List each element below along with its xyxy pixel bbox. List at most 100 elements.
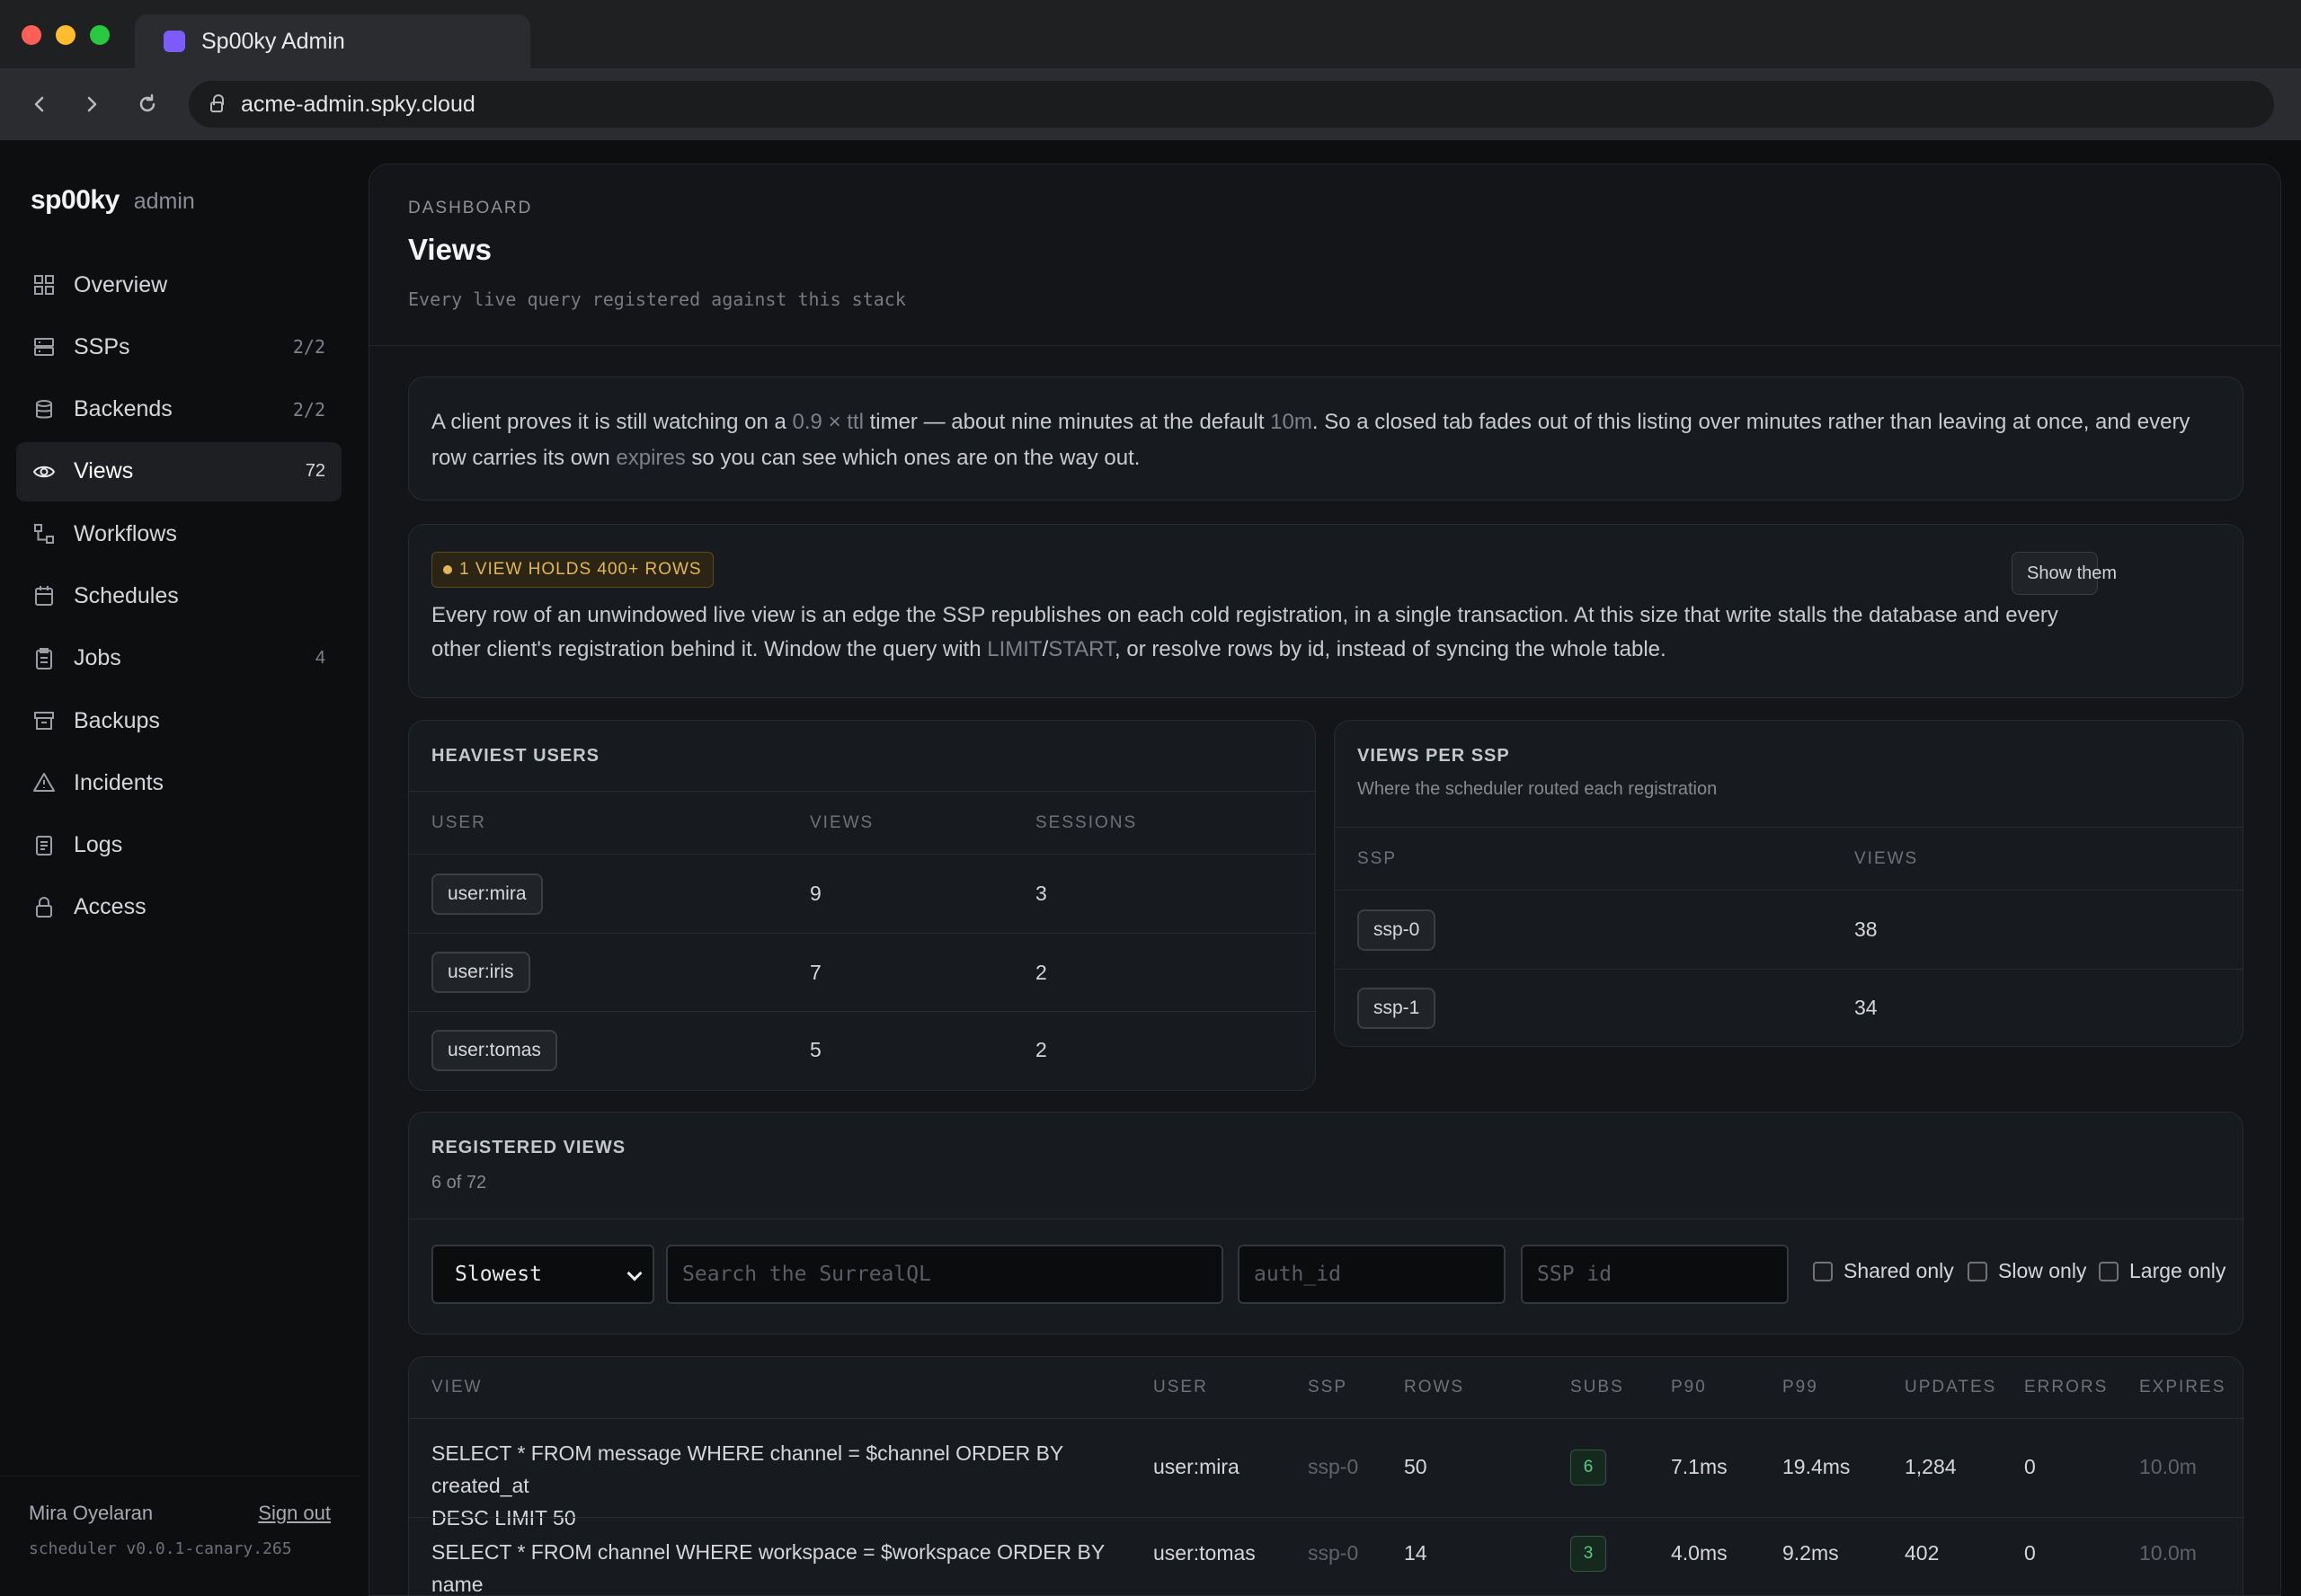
column-header: EXPIRES [2139, 1378, 2226, 1396]
brand[interactable]: sp00ky admin [31, 185, 195, 216]
sidebar-nav: Overview SSPs 2/2 Backends 2/2 Views 72 … [16, 255, 342, 940]
view-query[interactable]: SELECT * FROM channel WHERE workspace = … [431, 1536, 1115, 1596]
checkbox-label: Slow only [1998, 1259, 2087, 1282]
page-subtitle: Every live query registered against this… [408, 288, 906, 310]
sessions-cell: 2 [1035, 960, 1047, 984]
calendar-icon [32, 584, 56, 607]
p90-cell: 4.0ms [1671, 1541, 1728, 1565]
views-cell: 34 [1854, 996, 1878, 1019]
table-row[interactable]: ssp-1 34 [1335, 969, 2243, 1046]
show-them-button[interactable]: Show them [2012, 552, 2117, 595]
sidebar-item-incidents[interactable]: Incidents [16, 753, 342, 812]
table-row[interactable]: user:tomas 5 2 [409, 1011, 1315, 1088]
reload-icon[interactable] [129, 86, 165, 122]
page-header: DASHBOARD Views Every live query registe… [369, 164, 2280, 346]
address-bar[interactable]: acme-admin.spky.cloud [189, 81, 2274, 128]
forward-icon[interactable] [74, 86, 110, 122]
warning-text: Every row of an unwindowed live view is … [431, 598, 2076, 667]
table-row[interactable]: user:iris 7 2 [409, 933, 1315, 1011]
sidebar-item-label: Views [74, 458, 134, 484]
sidebar-item-views[interactable]: Views 72 [16, 441, 342, 501]
table-row[interactable]: ssp-0 38 [1335, 890, 2243, 969]
auth-id-input[interactable] [1238, 1245, 1506, 1304]
rows-cell: 14 [1404, 1541, 1427, 1565]
slow-only-checkbox[interactable]: Slow only [1968, 1259, 2086, 1283]
search-input[interactable] [666, 1245, 1223, 1304]
browser-chrome: Sp00ky Admin acme-admin.spky.cloud [0, 0, 2301, 140]
subs-badge: 6 [1570, 1450, 1606, 1485]
sidebar-item-schedules[interactable]: Schedules [16, 566, 342, 625]
warning-dot-icon [443, 565, 452, 574]
sidebar-item-label: Logs [74, 832, 123, 858]
column-header: ERRORS [2024, 1378, 2109, 1396]
maximize-window-button[interactable] [90, 25, 110, 45]
minimize-window-button[interactable] [56, 25, 76, 45]
registered-views-count: 6 of 72 [431, 1173, 487, 1193]
tab-title: Sp00ky Admin [201, 28, 345, 54]
sidebar-item-access[interactable]: Access [16, 878, 342, 937]
checkbox-box[interactable] [2099, 1261, 2119, 1281]
archive-icon [32, 709, 56, 732]
workflow-icon [32, 522, 56, 545]
checkbox-box[interactable] [1813, 1261, 1833, 1281]
heaviest-users-card: HEAVIEST USERS USER VIEWS SESSIONS user:… [408, 720, 1316, 1091]
ssp-id-input[interactable] [1521, 1245, 1789, 1304]
registered-views-card: REGISTERED VIEWS 6 of 72 Slowest Shared … [408, 1112, 2244, 1334]
column-header: SESSIONS [1035, 812, 1138, 832]
sessions-cell: 3 [1035, 882, 1047, 905]
updates-cell: 402 [1905, 1541, 1940, 1565]
default-ttl-highlight: 10m [1270, 410, 1312, 434]
view-query-line: SELECT * FROM channel WHERE workspace = … [431, 1540, 1105, 1596]
back-icon[interactable] [22, 86, 58, 122]
sidebar-item-logs[interactable]: Logs [16, 816, 342, 875]
table-row[interactable]: SELECT * FROM message WHERE channel = $c… [409, 1418, 2244, 1530]
browser-tab[interactable]: Sp00ky Admin [135, 14, 530, 68]
user-cell: user:tomas [1153, 1541, 1256, 1565]
ssp-pill[interactable]: ssp-1 [1357, 987, 1436, 1029]
table-row[interactable]: user:mira 9 3 [409, 854, 1315, 933]
user-pill[interactable]: user:mira [431, 873, 543, 915]
views-table: VIEW USER SSP ROWS SUBS P90 P99 UPDATES … [408, 1356, 2244, 1596]
sidebar-item-label: Jobs [74, 645, 121, 671]
sidebar-item-overview[interactable]: Overview [16, 255, 342, 315]
sign-out-link[interactable]: Sign out [258, 1502, 331, 1525]
ttl-info-card: A client proves it is still watching on … [408, 377, 2243, 501]
favicon-icon [164, 31, 185, 52]
sidebar-item-ssps[interactable]: SSPs 2/2 [16, 317, 342, 377]
ssp-pill[interactable]: ssp-0 [1357, 909, 1436, 951]
brand-logo: sp00ky [31, 185, 120, 215]
rows-cell: 50 [1404, 1455, 1427, 1478]
heaviest-users-title: HEAVIEST USERS [431, 746, 600, 766]
sidebar-item-label: Schedules [74, 582, 179, 608]
views-per-ssp-subtitle: Where the scheduler routed each registra… [1357, 779, 1718, 799]
sidebar-item-label: Backends [74, 396, 173, 422]
user-pill[interactable]: user:tomas [431, 1029, 557, 1071]
large-only-checkbox[interactable]: Large only [2099, 1259, 2225, 1283]
database-icon [32, 398, 56, 421]
sort-select[interactable]: Slowest [431, 1245, 654, 1304]
subs-badge: 3 [1570, 1536, 1606, 1572]
user-pill[interactable]: user:iris [431, 952, 530, 993]
close-window-button[interactable] [22, 25, 41, 45]
sidebar-footer: Mira Oyelaran Sign out scheduler v0.0.1-… [0, 1476, 360, 1558]
table-row[interactable]: SELECT * FROM channel WHERE workspace = … [409, 1517, 2244, 1596]
sidebar-item-backends[interactable]: Backends 2/2 [16, 380, 342, 439]
registered-views-title: REGISTERED VIEWS [431, 1138, 626, 1157]
main-panel: DASHBOARD Views Every live query registe… [369, 164, 2281, 1596]
sort-select-value: Slowest [455, 1263, 542, 1286]
sidebar-item-workflows[interactable]: Workflows [16, 504, 342, 563]
shared-only-checkbox[interactable]: Shared only [1813, 1259, 1954, 1283]
sidebar-item-jobs[interactable]: Jobs 4 [16, 629, 342, 688]
sidebar-item-count: 2/2 [292, 398, 325, 421]
warning-text-part: , or resolve rows by id, instead of sync… [1115, 637, 1666, 661]
brand-subtitle: admin [133, 189, 195, 214]
column-header: SSP [1308, 1378, 1348, 1396]
table-header: USER VIEWS SESSIONS [409, 791, 1315, 854]
checkbox-box[interactable] [1968, 1261, 1987, 1281]
column-header: USER [431, 812, 486, 832]
column-header: USER [1153, 1378, 1208, 1396]
p99-cell: 9.2ms [1782, 1541, 1839, 1565]
info-text: so you can see which ones are on the way… [685, 446, 1141, 470]
sidebar-item-backups[interactable]: Backups [16, 691, 342, 750]
page-title: Views [408, 233, 492, 266]
